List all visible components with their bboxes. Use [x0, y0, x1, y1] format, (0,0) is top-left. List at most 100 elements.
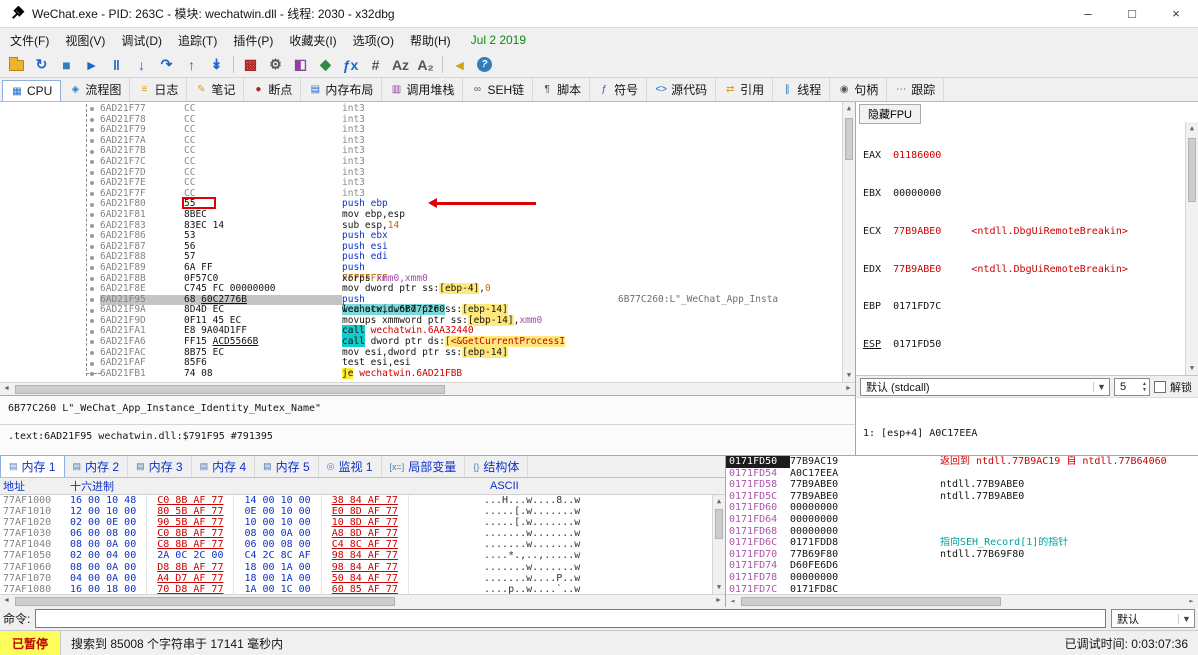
disasm-gutter[interactable] [0, 221, 100, 232]
scroll-thumb[interactable] [715, 509, 723, 539]
disasm-gutter[interactable] [0, 136, 100, 147]
scroll-thumb[interactable] [1188, 138, 1196, 202]
dump-row[interactable]: 77AF1080 16 00 18 00 70 D8 AF 77 1A 00 1C 0… [0, 583, 725, 594]
tab-struct[interactable]: {} 结构体 [465, 456, 529, 477]
register-line-ebx[interactable]: EBX 00000000 [863, 188, 1194, 201]
call-arguments-view[interactable]: 1: [esp+4] A0C17EEA 2: [esp+8] 77B9ABE0 … [856, 397, 1198, 556]
disassembly-view[interactable]: 6AD21F77 CC int3 6AD21F78 CC int3 6AD21F79 CC… [0, 102, 855, 382]
stack-row[interactable]: 0171FD60 00000000 [726, 502, 1198, 514]
dump-row[interactable]: 77AF1040 08 00 0A 00 C8 8B AF 77 06 00 08 0… [0, 539, 725, 551]
stack-row[interactable]: 0171FD70 77B69F80 ntdll.77B69F80 [726, 549, 1198, 561]
disasm-gutter[interactable] [0, 210, 100, 221]
tab-dump-2[interactable]: ▤ 内存 2 [65, 456, 129, 477]
step-over-icon[interactable]: ↷ [154, 54, 179, 76]
scroll-up-icon[interactable]: ▲ [843, 102, 855, 115]
disasm-gutter[interactable] [0, 284, 100, 295]
tab-memory-map[interactable]: ▤ 内存布局 [301, 78, 383, 101]
disasm-gutter[interactable] [0, 189, 100, 200]
scroll-left-icon[interactable]: ◄ [0, 595, 13, 607]
stack-row-seh[interactable]: 0171FD6C 0171FDD8 指向SEH_Record[1]的指针 [726, 537, 1198, 549]
stack-row[interactable]: 0171FD64 00000000 [726, 514, 1198, 526]
disasm-gutter[interactable] [0, 305, 100, 316]
tab-dump-4[interactable]: ▤ 内存 4 [192, 456, 256, 477]
memory-dump-view[interactable]: 77AF1000 16 00 10 48 C0 8B AF 77 14 00 10 0… [0, 495, 725, 594]
tab-source[interactable]: <> 源代码 [647, 78, 717, 101]
disasm-gutter[interactable] [0, 178, 100, 189]
tab-trace[interactable]: ⋯ 跟踪 [887, 78, 945, 101]
scroll-thumb[interactable] [15, 385, 445, 394]
maximize-button[interactable]: □ [1110, 0, 1154, 27]
stack-pane[interactable]: 0171FD50 77B9AC19 返回到 ntdll.77B9AC19 自 ntd… [726, 456, 1198, 607]
help-icon[interactable]: ? [472, 54, 497, 76]
stack-row[interactable]: 0171FD68 00000000 [726, 526, 1198, 538]
step-into-icon[interactable]: ↓ [129, 54, 154, 76]
scroll-left-icon[interactable]: ◄ [726, 595, 739, 607]
tab-script[interactable]: ¶ 脚本 [533, 78, 591, 101]
disasm-gutter[interactable] [0, 263, 100, 274]
dump-row[interactable]: 77AF1050 02 00 04 00 2A 0C 2C 00 C4 2C 8C A… [0, 550, 725, 562]
disasm-vertical-scrollbar[interactable]: ▲ ▼ [842, 102, 855, 382]
calling-convention-select[interactable]: 默认 (stdcall) ▼ [860, 377, 1110, 396]
open-file-icon[interactable] [4, 54, 29, 76]
disasm-gutter[interactable] [0, 242, 100, 253]
disasm-gutter[interactable] [0, 294, 100, 306]
scroll-down-icon[interactable]: ▼ [713, 581, 725, 594]
scroll-right-icon[interactable]: ► [842, 383, 855, 395]
scroll-up-icon[interactable]: ▲ [1186, 122, 1198, 135]
checkbox-icon[interactable] [1154, 380, 1166, 393]
disasm-row[interactable]: 6AD21F77 CC int3 [0, 103, 855, 115]
stack-row[interactable]: 0171FD74 D60FE6D6 [726, 560, 1198, 572]
tab-graph[interactable]: ◈ 流程图 [61, 78, 131, 101]
scroll-right-icon[interactable]: ► [712, 595, 725, 607]
dump-row[interactable]: 77AF1060 08 00 0A 00 D8 8B AF 77 18 00 1A 0… [0, 561, 725, 573]
scroll-left-icon[interactable]: ◄ [0, 383, 13, 395]
menu-item-favourites[interactable]: 收藏夹(I) [281, 29, 344, 52]
disasm-gutter[interactable] [0, 252, 100, 263]
tab-cpu[interactable]: ▦ CPU [2, 80, 62, 101]
calculator-icon[interactable]: ƒx [338, 54, 363, 76]
disasm-gutter[interactable] [0, 199, 100, 210]
hash-icon[interactable]: # [363, 54, 388, 76]
menu-item-trace[interactable]: 追踪(T) [170, 29, 225, 52]
command-input[interactable] [35, 609, 1106, 628]
minimize-button[interactable]: – [1066, 0, 1110, 27]
tab-notes[interactable]: ✎ 笔记 [187, 78, 245, 101]
tab-references[interactable]: ⇄ 引用 [716, 78, 774, 101]
dump-row[interactable]: 77AF1030 06 00 08 00 C0 8B AF 77 08 00 0A 0… [0, 528, 725, 540]
tab-locals[interactable]: [x=] 局部变量 [382, 456, 466, 477]
scroll-thumb[interactable] [15, 597, 395, 606]
menu-item-view[interactable]: 视图(V) [57, 29, 113, 52]
disasm-gutter[interactable] [0, 115, 100, 126]
menu-item-debug[interactable]: 调试(D) [113, 29, 170, 52]
close-button[interactable]: × [1154, 0, 1198, 27]
registers-view[interactable]: EAX 01186000 EBX 00000000 ECX 77B9ABE0 <… [856, 122, 1198, 375]
stack-horizontal-scrollbar[interactable]: ◄ ► [726, 594, 1198, 607]
run-icon[interactable]: ► [79, 54, 104, 76]
tab-dump-5[interactable]: ▤ 内存 5 [255, 456, 319, 477]
disasm-row[interactable]: 6AD21F81 8BEC mov ebp,esp [0, 209, 855, 221]
tab-log[interactable]: ≡ 日志 [130, 78, 188, 101]
disasm-gutter[interactable] [0, 358, 100, 369]
run-to-user-code-icon[interactable]: ↡ [204, 54, 229, 76]
tab-seh[interactable]: ∞ SEH链 [463, 78, 534, 101]
register-line-ebp[interactable]: EBP 0171FD7C [863, 301, 1194, 314]
dump-horizontal-scrollbar[interactable]: ◄ ► [0, 594, 725, 607]
stack-row[interactable]: 0171FD78 00000000 [726, 572, 1198, 584]
disasm-gutter[interactable] [0, 231, 100, 242]
dump-vertical-scrollbar[interactable]: ▲ ▼ [712, 495, 725, 594]
arg-line-1[interactable]: 1: [esp+4] A0C17EEA [863, 427, 1198, 440]
disasm-gutter[interactable] [0, 369, 100, 380]
disasm-gutter[interactable] [0, 348, 100, 359]
spinner-arrows-icon[interactable]: ▲ ▼ [1142, 381, 1149, 393]
register-line-ecx[interactable]: ECX 77B9ABE0 <ntdll.DbgUiRemoteBreakin> [863, 226, 1194, 239]
scroll-thumb[interactable] [741, 597, 1001, 606]
tab-breakpoints[interactable]: ● 断点 [244, 78, 302, 101]
plugins-icon[interactable]: ◆ [313, 54, 338, 76]
disasm-gutter[interactable] [0, 125, 100, 136]
stack-row[interactable]: 0171FD58 77B9ABE0 ntdll.77B9ABE0 [726, 479, 1198, 491]
scroll-down-icon[interactable]: ▼ [1186, 362, 1198, 375]
pause-icon[interactable]: ‖ [104, 54, 129, 76]
tab-watch-1[interactable]: ◎ 监视 1 [319, 456, 382, 477]
tab-symbols[interactable]: ƒ 符号 [590, 78, 648, 101]
stack-row-csp[interactable]: 0171FD50 77B9AC19 返回到 ntdll.77B9AC19 自 ntd… [726, 456, 1198, 468]
